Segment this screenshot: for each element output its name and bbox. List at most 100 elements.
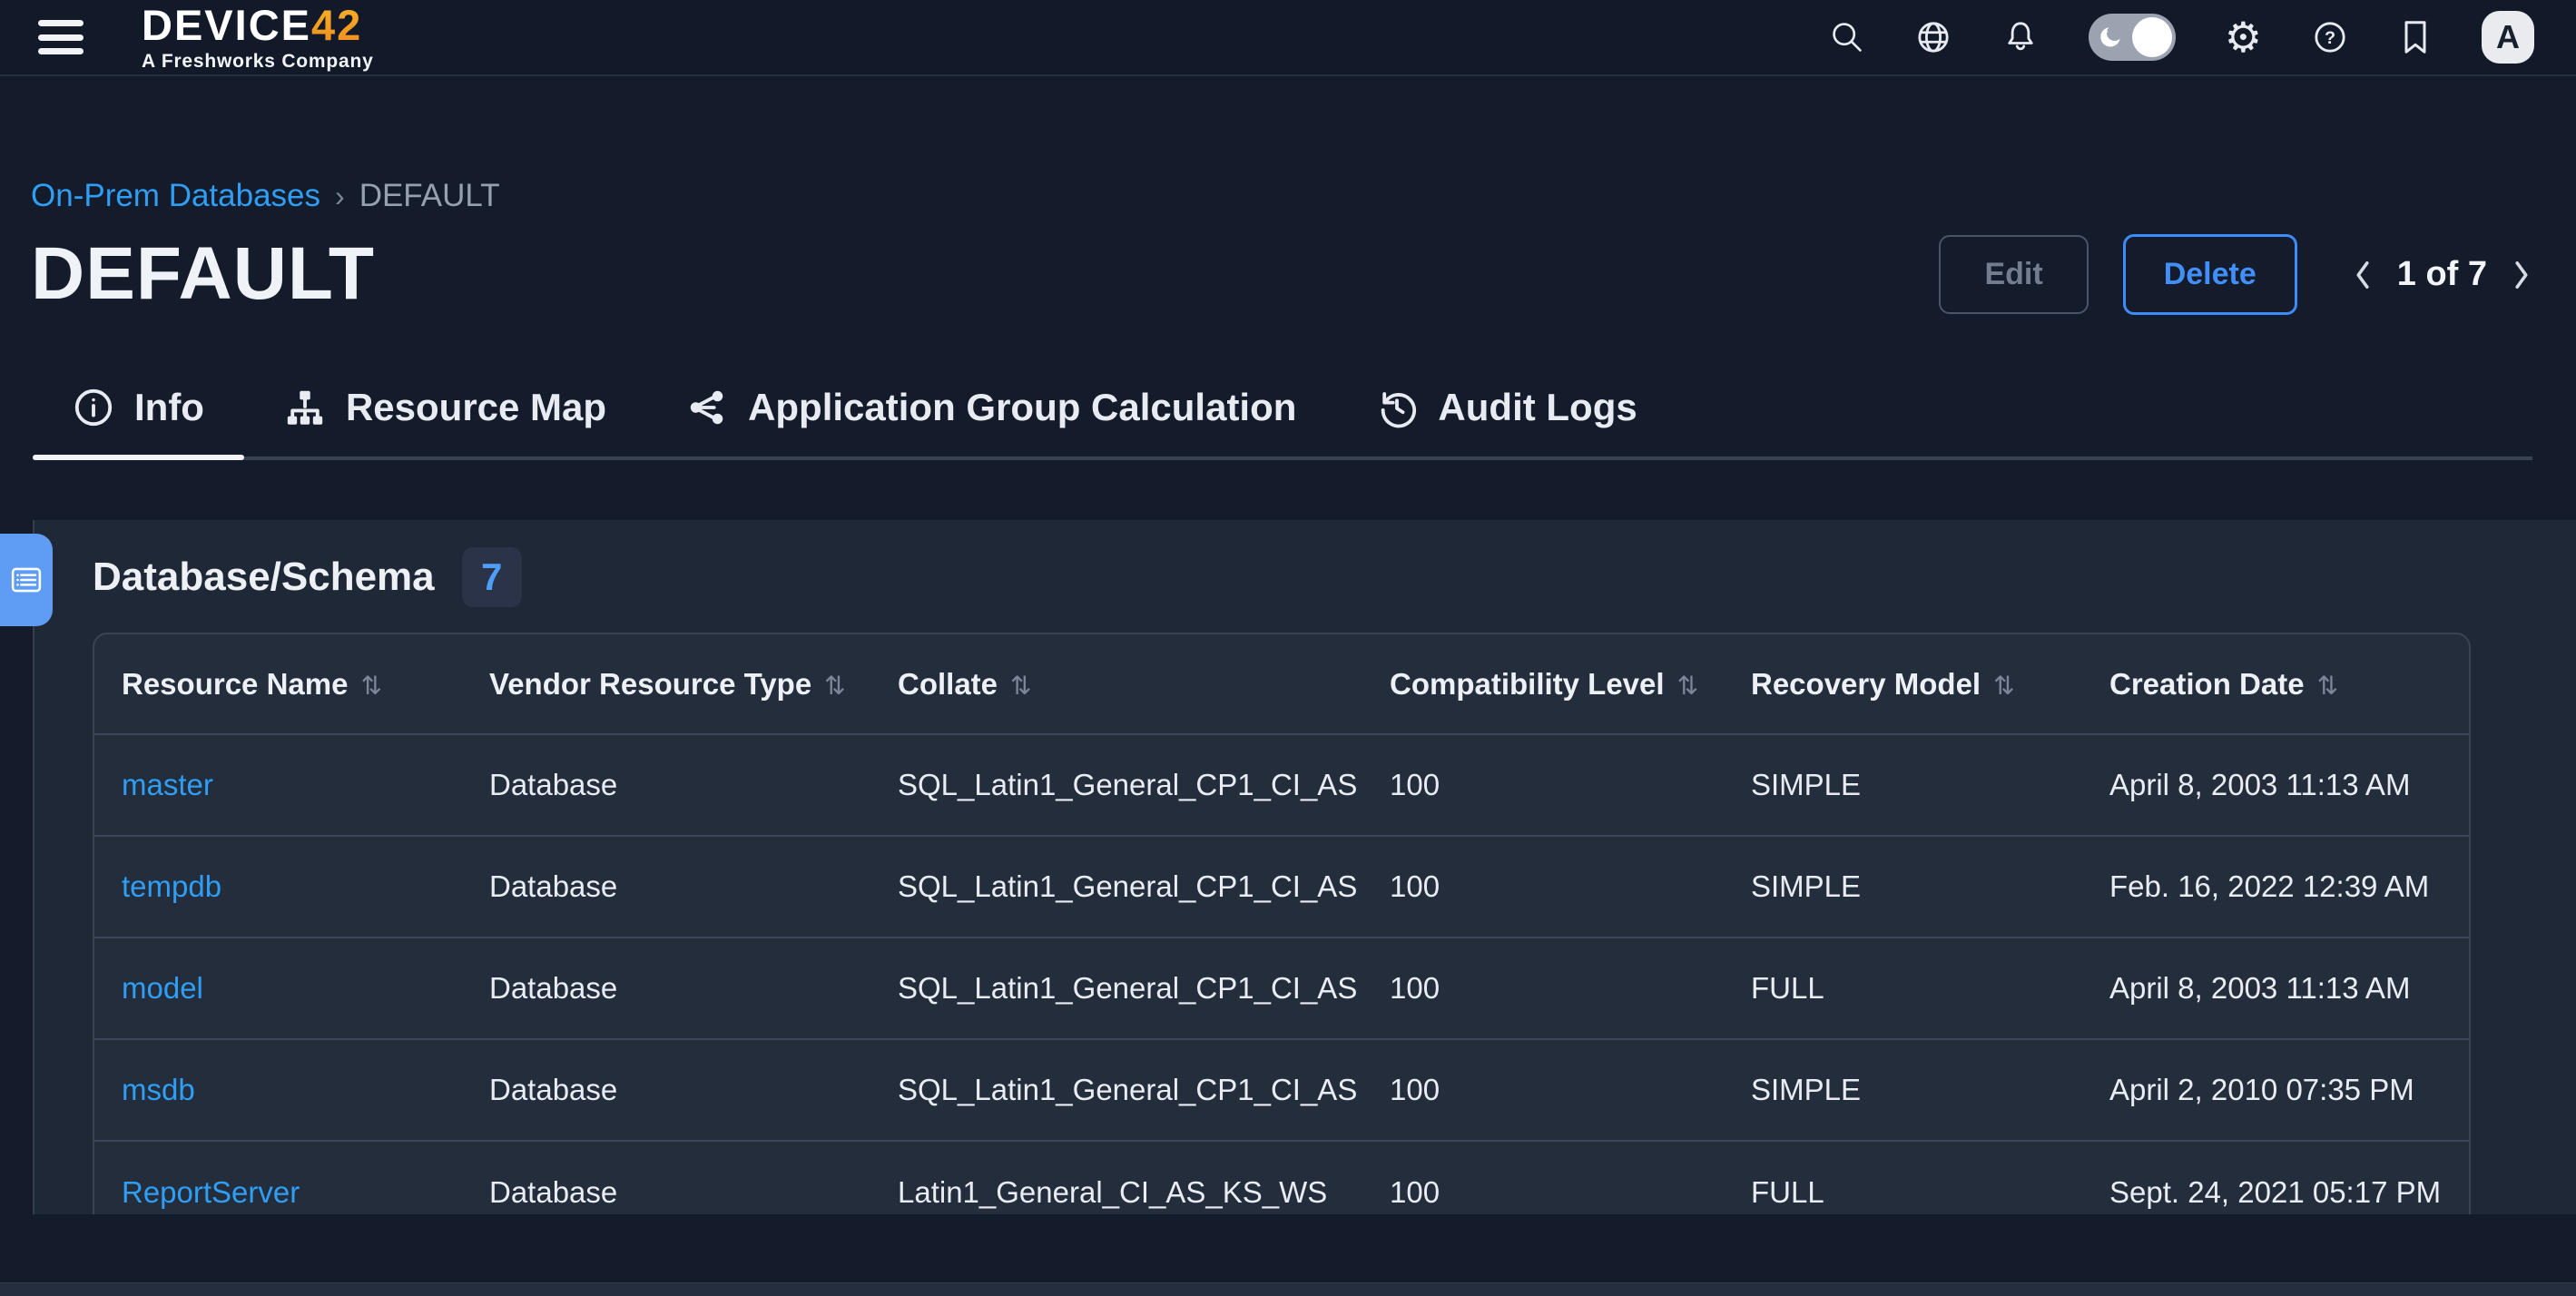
brand-name: DEVICE (142, 1, 311, 49)
page-title: DEFAULT (31, 235, 375, 313)
bookmark-icon[interactable] (2398, 19, 2433, 55)
cell-collate: Latin1_General_CI_AS_KS_WS (870, 1141, 1362, 1214)
table-row: master Database SQL_Latin1_General_CP1_C… (94, 734, 2471, 836)
help-icon[interactable]: ? (2311, 18, 2349, 56)
cell-creation-date: April 8, 2003 11:13 AM (2082, 734, 2471, 836)
cell-vendor-resource-type: Database (462, 1039, 870, 1141)
avatar[interactable]: A (2482, 11, 2534, 64)
table-row: tempdb Database SQL_Latin1_General_CP1_C… (94, 836, 2471, 938)
sort-icon: ⇅ (824, 671, 845, 701)
database-schema-table: Resource Name⇅ Vendor Resource Type⇅ Col… (93, 633, 2471, 1214)
cell-vendor-resource-type: Database (462, 836, 870, 938)
record-pager: 1 of 7 (2352, 255, 2532, 294)
cell-compatibility-level: 100 (1362, 734, 1724, 836)
cell-recovery-model: SIMPLE (1724, 1039, 2082, 1141)
count-badge: 7 (462, 547, 522, 607)
cell-creation-date: April 2, 2010 07:35 PM (2082, 1039, 2471, 1141)
cell-vendor-resource-type: Database (462, 1141, 870, 1214)
sort-icon: ⇅ (1010, 671, 1031, 701)
application-group-icon (686, 387, 728, 428)
table-header-row: Resource Name⇅ Vendor Resource Type⇅ Col… (94, 634, 2471, 734)
column-header-creation-date[interactable]: Creation Date⇅ (2082, 634, 2471, 734)
sort-icon: ⇅ (1993, 671, 2014, 701)
column-header-resource-name[interactable]: Resource Name⇅ (94, 634, 462, 734)
cell-collate: SQL_Latin1_General_CP1_CI_AS (870, 1039, 1362, 1141)
settings-gear-icon[interactable]: ⚙ (2225, 16, 2262, 58)
tab-audit-logs[interactable]: Audit Logs (1336, 373, 1676, 457)
breadcrumb: On-Prem Databases › DEFAULT (31, 178, 2532, 214)
table-row: ReportServer Database Latin1_General_CI_… (94, 1141, 2471, 1214)
tab-info-label: Info (134, 386, 204, 429)
brand-accent: 42 (311, 1, 362, 49)
svg-text:?: ? (2325, 28, 2335, 48)
breadcrumb-parent-link[interactable]: On-Prem Databases (31, 178, 320, 214)
resource-link[interactable]: tempdb (122, 869, 221, 903)
sort-icon: ⇅ (1677, 671, 1698, 701)
tab-info[interactable]: Info (33, 373, 244, 457)
cell-vendor-resource-type: Database (462, 938, 870, 1039)
hamburger-menu-icon[interactable] (38, 20, 84, 54)
cell-recovery-model: SIMPLE (1724, 734, 2082, 836)
device42-logo[interactable]: DEVICE42 A Freshworks Company (142, 4, 374, 71)
resource-link[interactable]: ReportServer (122, 1175, 300, 1209)
pager-prev-icon[interactable] (2352, 259, 2374, 291)
cell-recovery-model: SIMPLE (1724, 836, 2082, 938)
tab-application-group-label: Application Group Calculation (748, 386, 1296, 429)
cell-creation-date: Feb. 16, 2022 12:39 AM (2082, 836, 2471, 938)
avatar-initial: A (2496, 18, 2520, 56)
column-header-vendor-resource-type[interactable]: Vendor Resource Type⇅ (462, 634, 870, 734)
cell-vendor-resource-type: Database (462, 734, 870, 836)
cell-collate: SQL_Latin1_General_CP1_CI_AS (870, 836, 1362, 938)
resource-link[interactable]: model (122, 971, 203, 1005)
cell-recovery-model: FULL (1724, 938, 2082, 1039)
pager-next-icon[interactable] (2511, 259, 2532, 291)
delete-button[interactable]: Delete (2123, 234, 2297, 315)
notifications-bell-icon[interactable] (2001, 18, 2040, 56)
tab-resource-map-label: Resource Map (346, 386, 606, 429)
sort-icon: ⇅ (2317, 671, 2338, 701)
tab-application-group-calculation[interactable]: Application Group Calculation (646, 373, 1336, 457)
cell-collate: SQL_Latin1_General_CP1_CI_AS (870, 938, 1362, 1039)
cell-compatibility-level: 100 (1362, 836, 1724, 938)
column-header-collate[interactable]: Collate⇅ (870, 634, 1362, 734)
cell-creation-date: April 8, 2003 11:13 AM (2082, 938, 2471, 1039)
info-icon (73, 387, 114, 428)
search-icon[interactable] (1829, 19, 1865, 55)
brand-wordmark: DEVICE42 (142, 4, 374, 46)
detail-tabs: Info Resource Map Application Group Calc… (33, 373, 2532, 460)
audit-logs-history-icon (1376, 387, 1418, 428)
tab-audit-logs-label: Audit Logs (1438, 386, 1637, 429)
page-header: On-Prem Databases › DEFAULT DEFAULT Edit… (0, 76, 2576, 315)
tab-resource-map[interactable]: Resource Map (244, 373, 646, 457)
topbar: DEVICE42 A Freshworks Company ⚙ ? A (0, 0, 2576, 76)
brand-tagline: A Freshworks Company (142, 52, 374, 71)
breadcrumb-current: DEFAULT (359, 178, 500, 214)
section-header: Database/Schema 7 (93, 547, 2576, 607)
section-title: Database/Schema (93, 555, 435, 600)
page-actions: Edit Delete 1 of 7 (1939, 234, 2532, 315)
resource-link[interactable]: master (122, 768, 213, 801)
toggle-knob (2132, 17, 2172, 57)
info-panel: Database/Schema 7 Resource Name⇅ Vendor … (33, 520, 2576, 1214)
column-header-compatibility-level[interactable]: Compatibility Level⇅ (1362, 634, 1724, 734)
table-row: msdb Database SQL_Latin1_General_CP1_CI_… (94, 1039, 2471, 1141)
table-row: model Database SQL_Latin1_General_CP1_CI… (94, 938, 2471, 1039)
breadcrumb-separator: › (335, 180, 345, 213)
cell-compatibility-level: 100 (1362, 1141, 1724, 1214)
list-icon (11, 566, 42, 594)
cell-compatibility-level: 100 (1362, 1039, 1724, 1141)
dark-mode-toggle[interactable] (2089, 14, 2176, 61)
topbar-actions: ⚙ ? A (1829, 11, 2534, 64)
cell-recovery-model: FULL (1724, 1141, 2082, 1214)
pager-label: 1 of 7 (2397, 255, 2487, 294)
globe-icon[interactable] (1914, 18, 1952, 56)
cell-compatibility-level: 100 (1362, 938, 1724, 1039)
bottom-strip (0, 1282, 2576, 1296)
edit-button[interactable]: Edit (1939, 235, 2088, 314)
moon-icon (2097, 24, 2124, 51)
sort-icon: ⇅ (360, 671, 381, 701)
resource-link[interactable]: msdb (122, 1073, 195, 1106)
section-list-handle[interactable] (0, 534, 53, 626)
cell-collate: SQL_Latin1_General_CP1_CI_AS (870, 734, 1362, 836)
column-header-recovery-model[interactable]: Recovery Model⇅ (1724, 634, 2082, 734)
